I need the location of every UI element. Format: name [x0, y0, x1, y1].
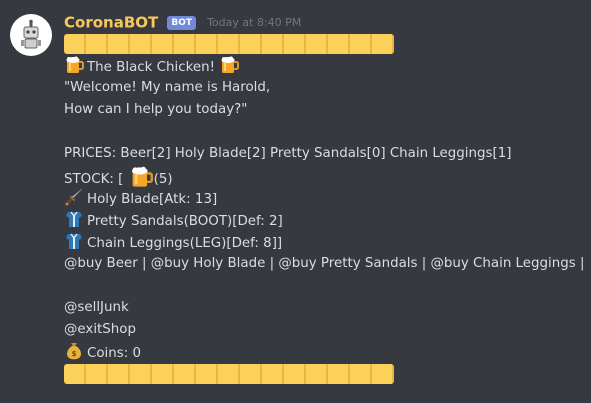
dagger-icon [64, 187, 84, 207]
message-header: CoronaBOT BOT Today at 8:40 PM [64, 12, 301, 32]
beer-mug-icon [64, 55, 84, 75]
prices-line: PRICES: Beer[2] Holy Blade[2] Pretty San… [64, 146, 512, 161]
svg-text:$: $ [72, 350, 77, 358]
coins-line: $ Coins: 0 [64, 341, 584, 363]
shop-title-line: The Black Chicken! [64, 55, 584, 77]
message-timestamp[interactable]: Today at 8:40 PM [207, 16, 301, 29]
stock-label: STOCK: [ [64, 172, 124, 187]
shop-title: The Black Chicken! [87, 60, 215, 75]
item-pretty-sandals: Pretty Sandals(BOOT)[Def: 2] [87, 214, 283, 229]
author-username[interactable]: CoronaBOT [64, 14, 158, 32]
item-line-holy-blade: Holy Blade[Atk: 13] [64, 187, 584, 209]
item-line-pretty-sandals: Pretty Sandals(BOOT)[Def: 2] [64, 209, 584, 231]
item-line-chain-leggings: Chain Leggings(LEG)[Def: 8]] [64, 231, 584, 253]
bot-avatar[interactable] [10, 14, 52, 56]
chat-message: CoronaBOT BOT Today at 8:40 PM The Black… [0, 0, 591, 403]
buy-commands: @buy Beer | @buy Holy Blade | @buy Prett… [64, 256, 585, 271]
item-chain-leggings: Chain Leggings(LEG)[Def: 8]] [87, 236, 283, 251]
money-bag-icon: $ [64, 341, 84, 361]
stock-line: STOCK: [ (5) [64, 165, 584, 187]
robot-icon [21, 19, 41, 49]
bottom-banner [64, 363, 394, 385]
beer-mug-icon [219, 55, 240, 75]
armor-icon [64, 209, 84, 229]
sell-command: @sellJunk [64, 300, 129, 315]
stock-beer-count: (5) [153, 172, 173, 187]
exit-command: @exitShop [64, 322, 136, 337]
armor-icon [64, 231, 84, 251]
greeting-line-1: "Welcome! My name is Harold, [64, 80, 271, 95]
item-holy-blade: Holy Blade[Atk: 13] [87, 192, 218, 207]
coins-count: Coins: 0 [87, 346, 142, 361]
greeting-line-2: How can I help you today?" [64, 102, 248, 117]
beer-mug-icon [129, 165, 153, 189]
bot-badge: BOT [167, 15, 196, 30]
top-banner [64, 33, 394, 55]
message-content: The Black Chicken! "Welcome! My name is … [64, 33, 584, 385]
